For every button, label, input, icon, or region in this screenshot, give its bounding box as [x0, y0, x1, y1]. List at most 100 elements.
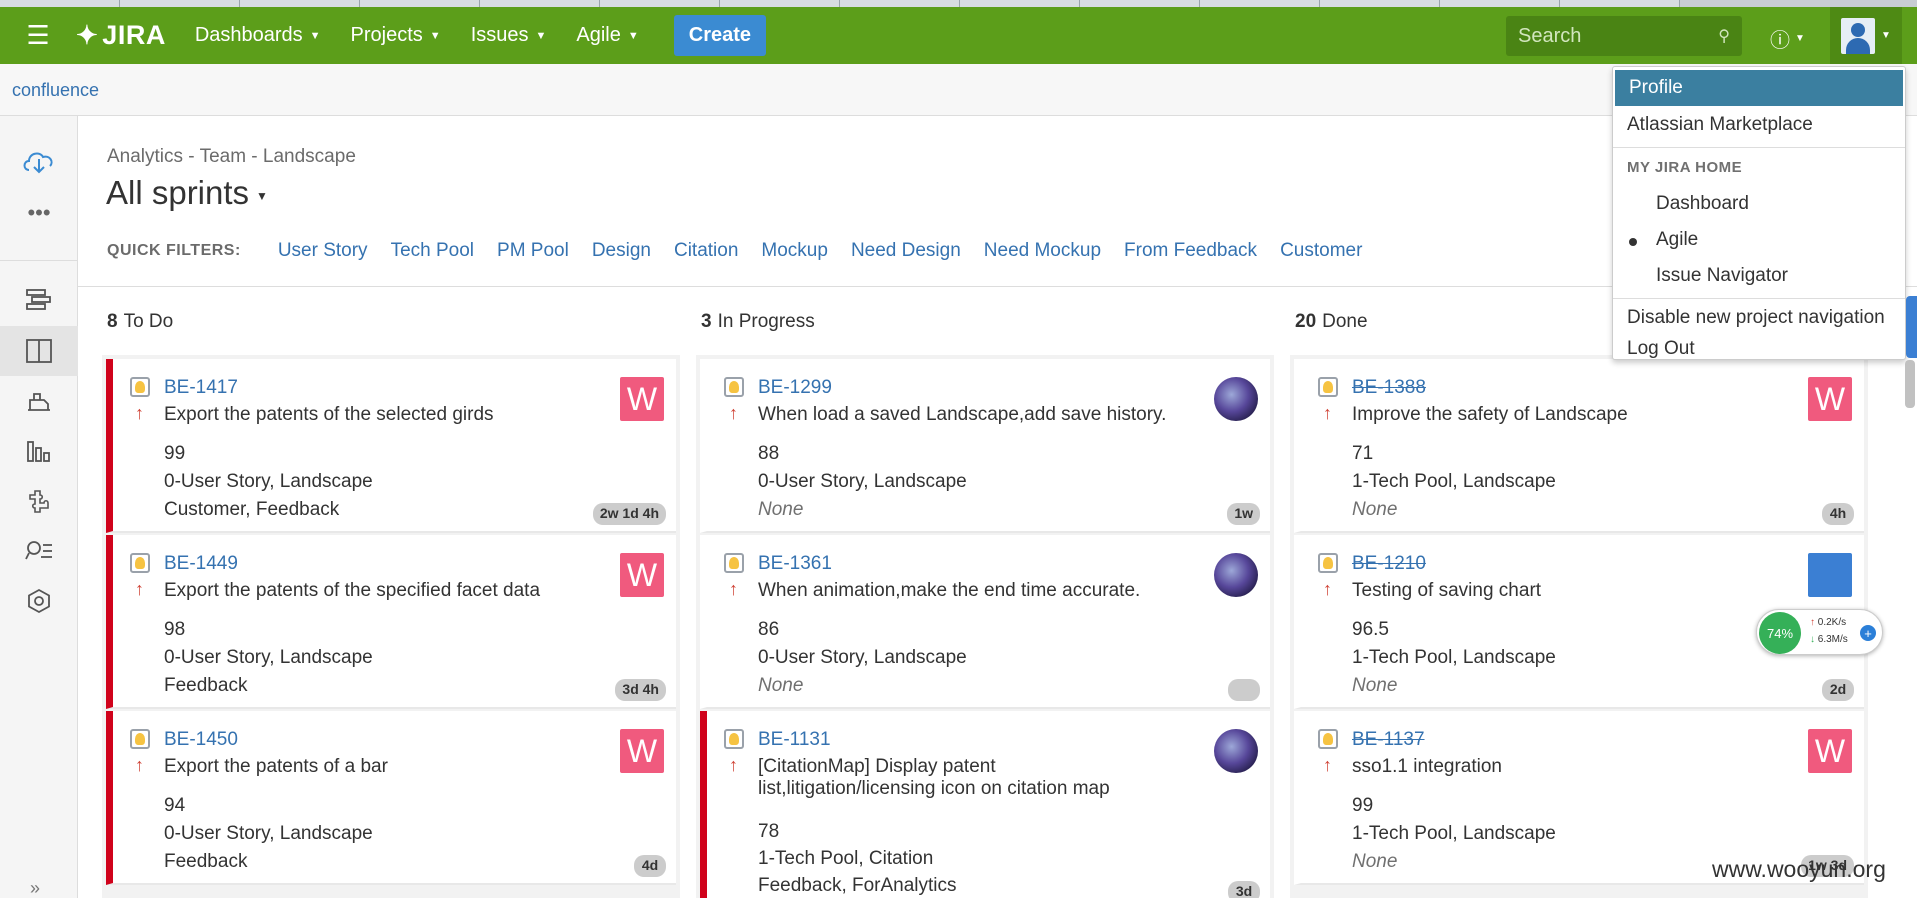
issue-card[interactable]: BE-1417 ↑ Export the patents of the sele… [106, 359, 676, 533]
menu-section-heading: MY JIRA HOME [1627, 159, 1743, 176]
issue-extra-field: None [1352, 499, 1398, 520]
assignee-avatar[interactable]: W [1808, 729, 1852, 773]
estimate-badge: 2d [1822, 679, 1854, 701]
quick-filter-need-design[interactable]: Need Design [851, 240, 961, 262]
issue-key[interactable]: BE-1210 [1352, 553, 1426, 575]
estimate-badge: 3d 4h [615, 679, 666, 701]
menu-item-disable-navigation[interactable]: Disable new project navigation [1613, 300, 1905, 336]
side-panel-tab[interactable] [1906, 296, 1917, 358]
issue-key[interactable]: BE-1388 [1352, 377, 1426, 399]
assignee-avatar[interactable] [1214, 553, 1258, 597]
issue-summary: When load a saved Landscape,add save his… [758, 404, 1167, 425]
nav-agile[interactable]: Agile ▼ [561, 7, 653, 64]
quick-filter-user-story[interactable]: User Story [278, 240, 368, 262]
help-icon: ⓘ [1770, 30, 1790, 52]
quick-filter-citation[interactable]: Citation [674, 240, 738, 262]
estimate-badge: 3d [1228, 881, 1260, 898]
assignee-avatar[interactable]: W [620, 377, 664, 421]
story-type-icon [130, 729, 150, 749]
issue-card[interactable]: BE-1450 ↑ Export the patents of a bar 94… [106, 711, 676, 885]
quick-filter-need-mockup[interactable]: Need Mockup [984, 240, 1101, 262]
jira-logo[interactable]: ✦ JIRA [76, 20, 166, 51]
issue-card[interactable]: BE-1361 ↑ When animation,make the end ti… [700, 535, 1270, 709]
create-button[interactable]: Create [673, 15, 767, 56]
nav-issues[interactable]: Issues ▼ [456, 7, 562, 64]
issue-summary: [CitationMap] Display patent list,litiga… [758, 756, 1110, 799]
issue-labels: 0-User Story, Landscape [164, 647, 373, 668]
releases-icon[interactable] [0, 376, 78, 426]
issue-extra-field: None [1352, 675, 1398, 696]
expand-sidebar-icon[interactable]: » [30, 878, 40, 898]
assignee-avatar[interactable]: W [620, 553, 664, 597]
story-type-icon [724, 553, 744, 573]
backlog-icon[interactable] [0, 274, 78, 324]
breadcrumb[interactable]: Analytics - Team - Landscape [107, 146, 356, 168]
nav-dashboards[interactable]: Dashboards ▼ [180, 7, 336, 64]
column-header-todo: 8 To Do [107, 311, 174, 332]
column-todo: BE-1417 ↑ Export the patents of the sele… [102, 355, 680, 898]
assignee-avatar[interactable] [1214, 729, 1258, 773]
menu-item-profile[interactable]: Profile [1615, 70, 1903, 106]
column-in-progress: BE-1299 ↑ When load a saved Landscape,ad… [696, 355, 1274, 898]
menu-item-home-agile[interactable]: Agile [1613, 222, 1905, 258]
issue-key[interactable]: BE-1361 [758, 553, 832, 575]
issue-card[interactable]: BE-1449 ↑ Export the patents of the spec… [106, 535, 676, 709]
issue-key[interactable]: BE-1449 [164, 553, 238, 575]
story-type-icon [130, 377, 150, 397]
assignee-avatar[interactable]: W [620, 729, 664, 773]
board-title[interactable]: All sprints ▼ [106, 174, 268, 212]
issue-key[interactable]: BE-1299 [758, 377, 832, 399]
priority-high-icon: ↑ [1323, 579, 1332, 599]
quick-filter-pm-pool[interactable]: PM Pool [497, 240, 569, 262]
story-points: 88 [758, 443, 780, 464]
quick-filter-from-feedback[interactable]: From Feedback [1124, 240, 1257, 262]
plus-icon[interactable]: + [1860, 625, 1876, 641]
story-points: 98 [164, 619, 186, 640]
story-type-icon [1318, 729, 1338, 749]
settings-icon[interactable] [0, 576, 78, 626]
search-icon[interactable]: ⚲ [1718, 26, 1730, 46]
menu-item-home-dashboard[interactable]: Dashboard [1613, 186, 1905, 222]
issue-labels: 0-User Story, Landscape [164, 823, 373, 844]
menu-item-logout[interactable]: Log Out [1613, 337, 1905, 361]
issue-key[interactable]: BE-1137 [1352, 729, 1425, 751]
board-icon[interactable] [0, 326, 78, 376]
quick-filter-design[interactable]: Design [592, 240, 651, 262]
menu-item-marketplace[interactable]: Atlassian Marketplace [1613, 107, 1905, 143]
app-switcher-menu-icon[interactable]: ☰ [0, 7, 76, 64]
quick-filter-customer[interactable]: Customer [1280, 240, 1362, 262]
issue-card[interactable]: BE-1299 ↑ When load a saved Landscape,ad… [700, 359, 1270, 533]
issue-card[interactable]: BE-1131 ↑ [CitationMap] Display patent l… [700, 711, 1270, 898]
estimate-badge: 4h [1822, 503, 1854, 525]
quick-filter-mockup[interactable]: Mockup [761, 240, 828, 262]
quick-filter-tech-pool[interactable]: Tech Pool [391, 240, 474, 262]
nav-projects[interactable]: Projects ▼ [336, 7, 456, 64]
upload-speed: ↑ 0.2K/s [1810, 617, 1847, 628]
issue-card[interactable]: BE-1388 ↑ Improve the safety of Landscap… [1294, 359, 1864, 533]
assignee-avatar[interactable]: W [1808, 377, 1852, 421]
chevron-down-icon: ▼ [1795, 33, 1805, 44]
components-icon[interactable] [0, 476, 78, 526]
issue-summary: sso1.1 integration [1352, 756, 1502, 777]
assignee-avatar[interactable] [1808, 553, 1852, 597]
menu-item-home-issue-navigator[interactable]: Issue Navigator [1613, 258, 1905, 294]
watermark: www.wooyun.org [1712, 856, 1886, 882]
assignee-avatar[interactable] [1214, 377, 1258, 421]
issue-key[interactable]: BE-1450 [164, 729, 238, 751]
issue-key[interactable]: BE-1417 [164, 377, 238, 399]
cloud-download-icon[interactable] [0, 136, 78, 186]
issue-key[interactable]: BE-1131 [758, 729, 831, 751]
story-type-icon [724, 377, 744, 397]
network-speed-widget[interactable]: 74% ↑ 0.2K/s ↓ 6.3M/s + [1756, 609, 1883, 655]
user-menu-button[interactable]: ▼ [1830, 7, 1902, 64]
more-icon[interactable]: ••• [0, 188, 78, 238]
scrollbar[interactable] [1905, 360, 1915, 408]
reports-icon[interactable] [0, 426, 78, 476]
priority-high-icon: ↑ [1323, 755, 1332, 775]
issues-search-icon[interactable] [0, 526, 78, 576]
help-menu[interactable]: ⓘ ▼ [1770, 24, 1805, 53]
search-input[interactable] [1518, 24, 1698, 48]
priority-high-icon: ↑ [1323, 403, 1332, 423]
issue-summary: Export the patents of the specified face… [164, 580, 541, 601]
confluence-link[interactable]: confluence [12, 80, 99, 101]
